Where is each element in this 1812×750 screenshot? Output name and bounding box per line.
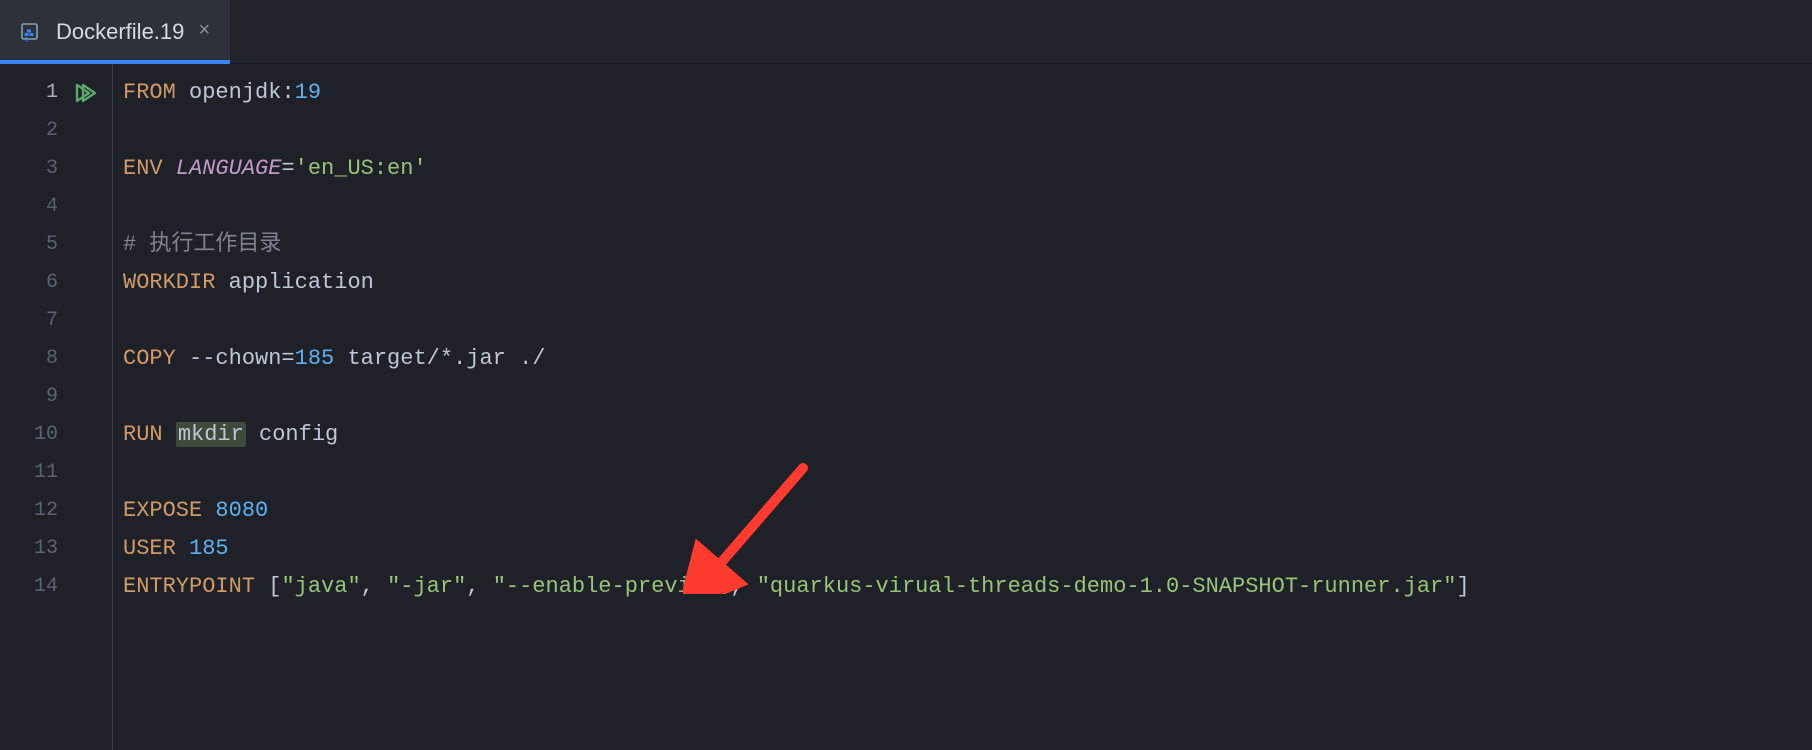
line-number[interactable]: 8 [0,340,72,378]
code-area[interactable]: FROM openjdk:19 ENV LANGUAGE='en_US:en' … [112,64,1812,750]
line-number[interactable]: 13 [0,530,72,568]
code-line[interactable]: WORKDIR application [113,264,1812,302]
run-icon[interactable] [72,81,96,105]
line-number-gutter: 1 2 3 4 5 6 7 8 9 10 11 12 13 14 [0,64,72,750]
line-number[interactable]: 6 [0,264,72,302]
code-line[interactable] [113,454,1812,492]
line-number[interactable]: 10 [0,416,72,454]
line-number[interactable]: 12 [0,492,72,530]
svg-text:D: D [25,37,30,43]
line-number[interactable]: 11 [0,454,72,492]
code-line[interactable] [113,112,1812,150]
code-line[interactable] [113,378,1812,416]
docker-file-icon: D [20,21,42,43]
line-number[interactable]: 5 [0,226,72,264]
line-number[interactable]: 9 [0,378,72,416]
tab-filename: Dockerfile.19 [56,19,184,45]
line-number[interactable]: 2 [0,112,72,150]
line-number[interactable]: 4 [0,188,72,226]
code-line[interactable]: ENV LANGUAGE='en_US:en' [113,150,1812,188]
line-number[interactable]: 3 [0,150,72,188]
run-gutter [72,64,112,750]
line-number[interactable]: 7 [0,302,72,340]
close-icon[interactable]: × [198,22,210,42]
code-line[interactable]: COPY --chown=185 target/*.jar ./ [113,340,1812,378]
tab-dockerfile[interactable]: D Dockerfile.19 × [0,0,230,63]
line-number[interactable]: 14 [0,568,72,606]
editor: 1 2 3 4 5 6 7 8 9 10 11 12 13 14 FROM o [0,64,1812,750]
code-line[interactable]: USER 185 [113,530,1812,568]
code-line[interactable]: FROM openjdk:19 [113,74,1812,112]
code-line[interactable] [113,188,1812,226]
code-line[interactable]: EXPOSE 8080 [113,492,1812,530]
tab-bar: D Dockerfile.19 × [0,0,1812,64]
code-line[interactable]: # 执行工作目录 [113,226,1812,264]
line-number[interactable]: 1 [0,74,72,112]
code-line[interactable]: ENTRYPOINT ["java", "-jar", "--enable-pr… [113,568,1812,606]
code-line[interactable] [113,302,1812,340]
code-line[interactable]: RUN mkdir config [113,416,1812,454]
